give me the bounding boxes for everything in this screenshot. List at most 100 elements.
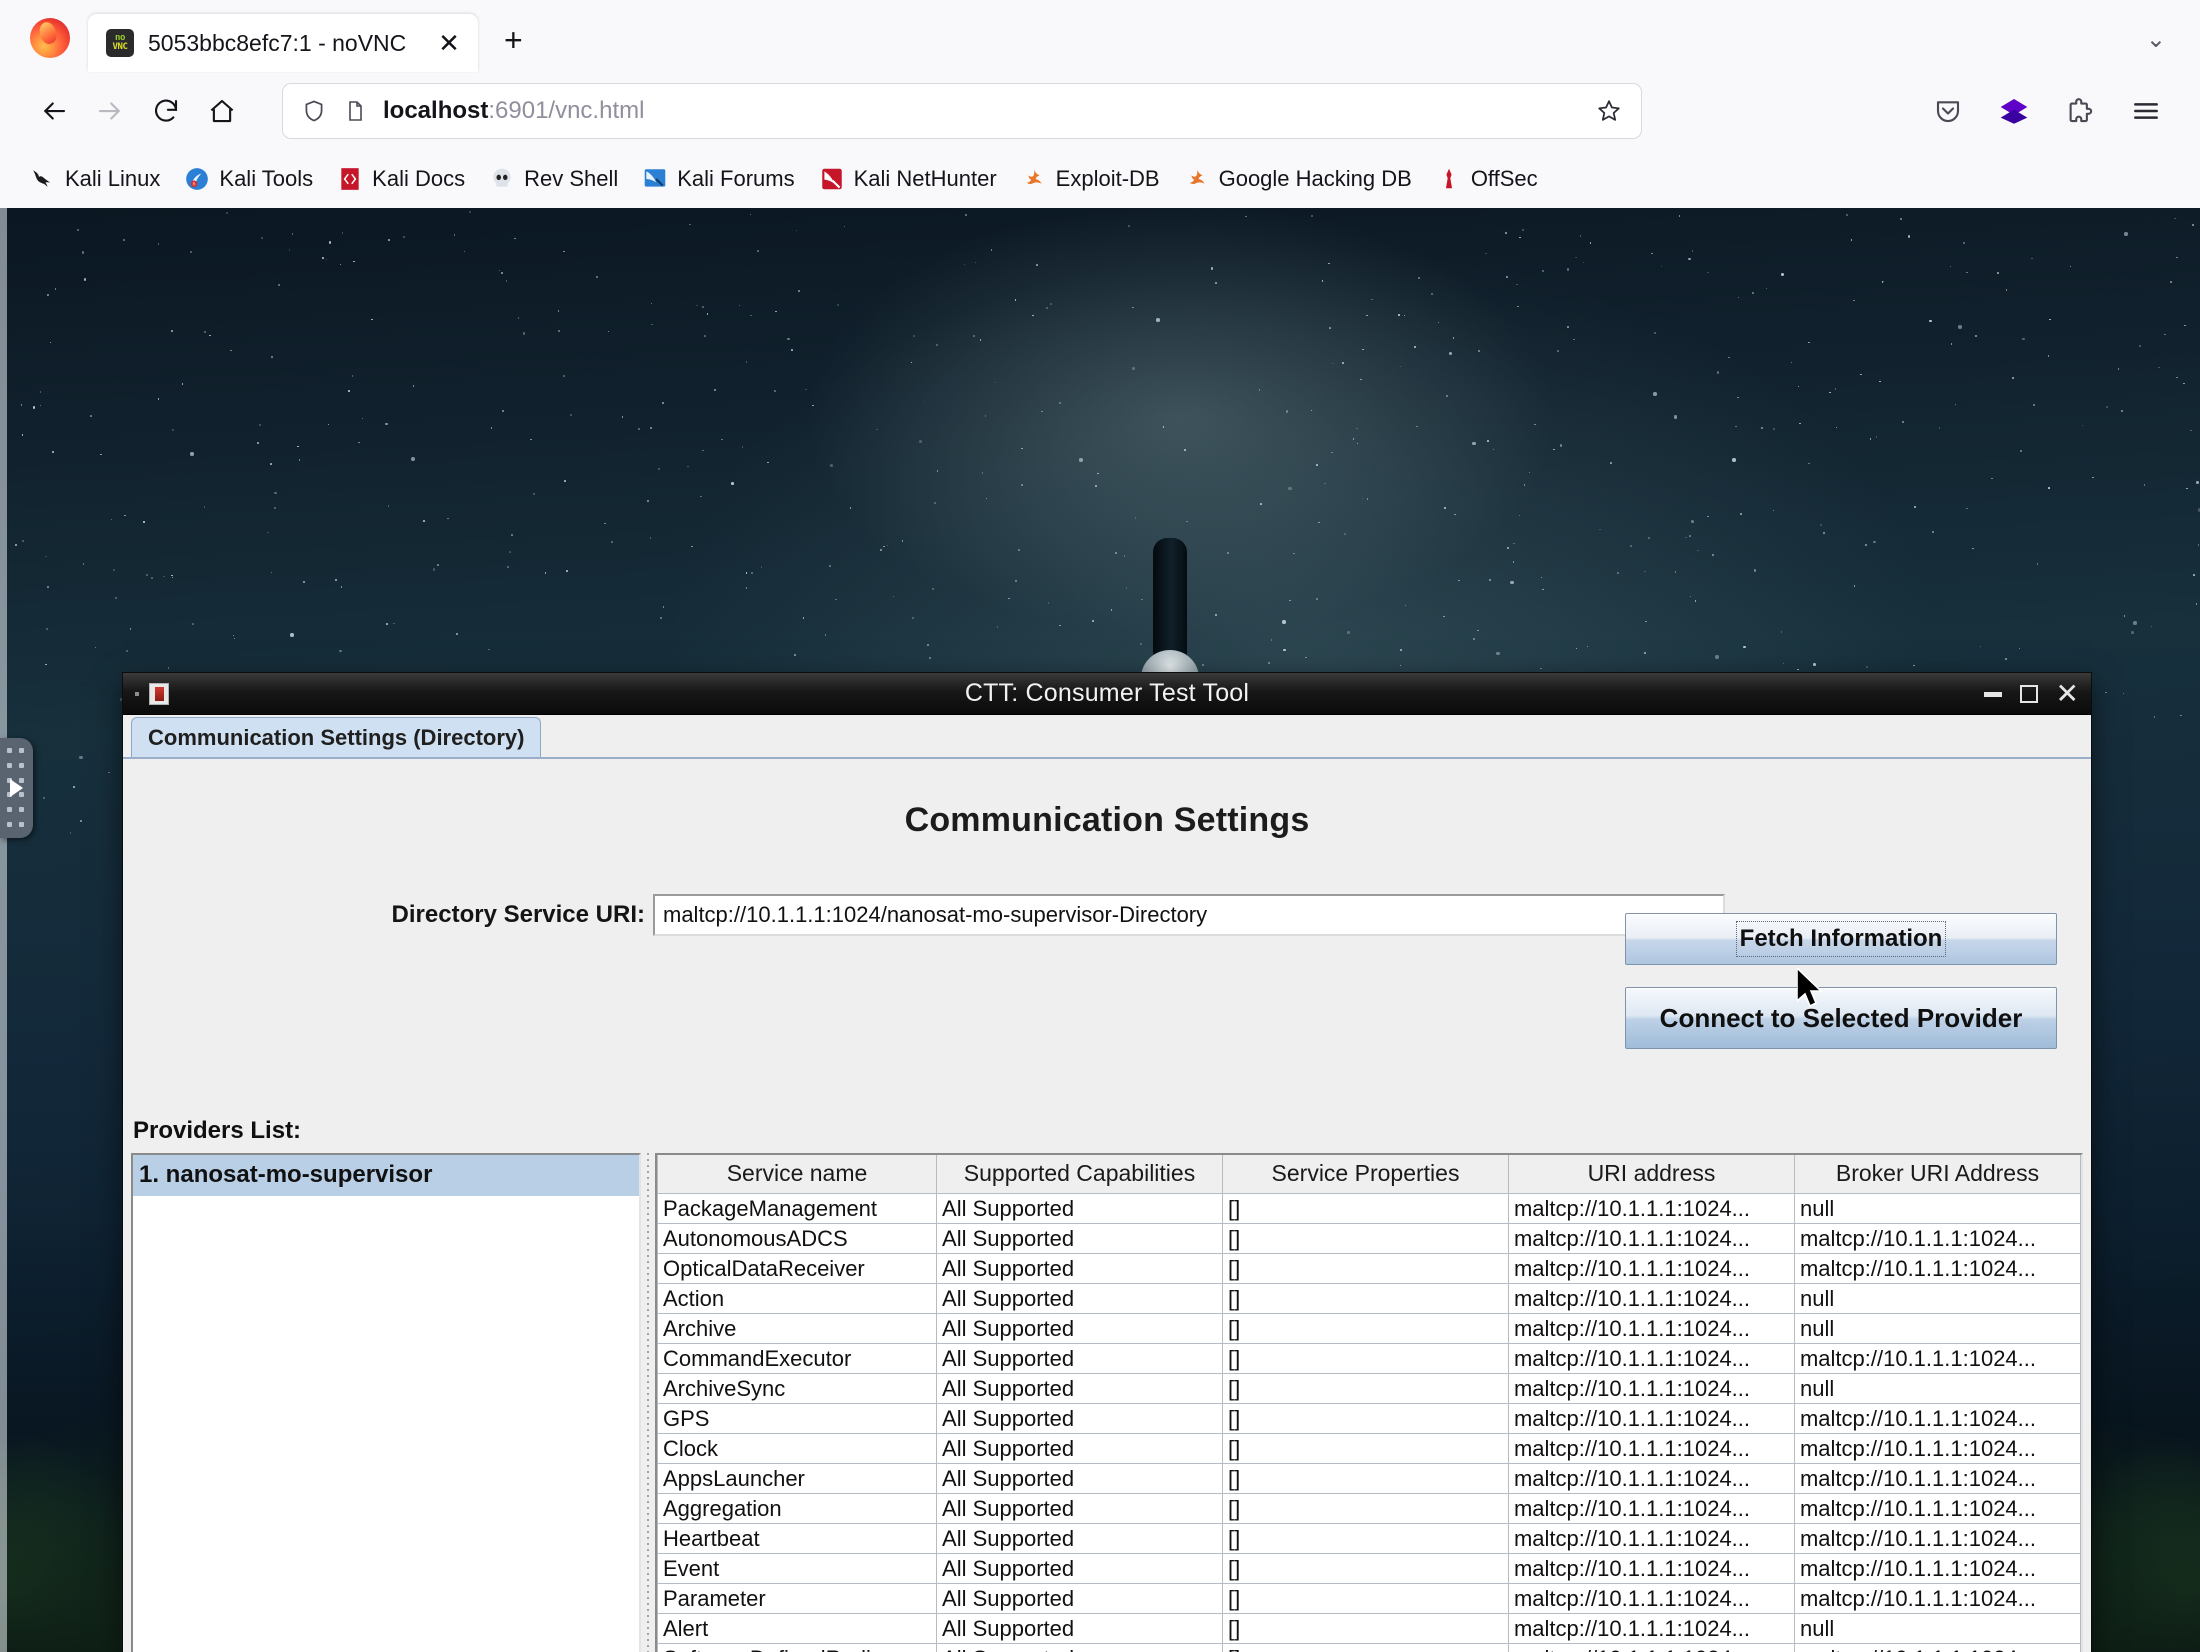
star bbox=[1599, 528, 1601, 531]
reload-icon[interactable] bbox=[138, 83, 194, 139]
table-column-header-2[interactable]: Service Properties bbox=[1222, 1155, 1509, 1194]
star bbox=[81, 251, 85, 254]
container-tabs-icon[interactable] bbox=[1986, 83, 2042, 139]
bookmark-kali-tools[interactable]: n Kali Tools bbox=[172, 161, 325, 197]
table-column-header-1[interactable]: Supported Capabilities bbox=[936, 1155, 1223, 1194]
star bbox=[1751, 292, 1754, 294]
fetch-information-button[interactable]: Fetch Information bbox=[1625, 913, 2057, 965]
firefox-logo-icon bbox=[30, 18, 70, 58]
home-icon[interactable] bbox=[194, 83, 250, 139]
connect-to-selected-provider-button[interactable]: Connect to Selected Provider bbox=[1625, 987, 2057, 1049]
table-row[interactable]: Archive All Supported[] maltcp://10.1.1.1:… bbox=[657, 1312, 2081, 1344]
list-all-tabs-icon[interactable]: ⌄ bbox=[2146, 25, 2166, 54]
pocket-icon[interactable] bbox=[1920, 83, 1976, 139]
new-tab-button[interactable]: + bbox=[504, 24, 523, 56]
browser-tab[interactable]: no VNC 5053bbc8efc7:1 - noVNC ✕ bbox=[88, 14, 478, 72]
star bbox=[1566, 268, 1570, 272]
close-button[interactable]: ✕ bbox=[2056, 679, 2079, 707]
table-row[interactable]: Parameter All Supported[] maltcp://10.1.1.… bbox=[657, 1582, 2081, 1614]
star bbox=[659, 617, 662, 619]
tab-communication-settings[interactable]: Communication Settings (Directory) bbox=[131, 717, 542, 757]
table-row[interactable]: GPS All Supported[] maltcp://10.1.1.1:1024… bbox=[657, 1402, 2081, 1434]
table-row[interactable]: Aggregation All Supported[] maltcp://10.1.… bbox=[657, 1492, 2081, 1524]
bookmark-kali-nethunter[interactable]: Kali NetHunter bbox=[807, 161, 1009, 197]
star bbox=[2131, 631, 2134, 634]
maximize-button[interactable] bbox=[2019, 684, 2038, 703]
table-row[interactable]: AppsLauncher All Supported[] maltcp://10.1… bbox=[657, 1462, 2081, 1494]
table-row[interactable]: PackageManagement All Supported[] maltcp:/… bbox=[657, 1192, 2081, 1224]
split-pane-divider[interactable] bbox=[641, 1153, 655, 1652]
table-row[interactable]: Clock All Supported[] maltcp://10.1.1.1:10… bbox=[657, 1432, 2081, 1464]
table-row[interactable]: AutonomousADCS All Supported[] maltcp://10… bbox=[657, 1222, 2081, 1254]
table-cell-2: [] bbox=[1222, 1432, 1509, 1464]
forward-arrow-icon[interactable] bbox=[82, 83, 138, 139]
star bbox=[1689, 595, 1692, 598]
star bbox=[1517, 305, 1519, 308]
table-column-header-3[interactable]: URI address bbox=[1507, 1155, 1795, 1194]
minimize-button[interactable] bbox=[1983, 692, 2002, 697]
kali-docs-icon bbox=[341, 168, 359, 190]
star bbox=[981, 472, 984, 475]
table-row[interactable]: ArchiveSync All Supported[] maltcp://10.1.… bbox=[657, 1372, 2081, 1404]
bookmark-kali-docs[interactable]: Kali Docs bbox=[325, 161, 477, 197]
table-cell-0: Clock bbox=[657, 1432, 938, 1464]
bookmark-offsec[interactable]: OffSec bbox=[1424, 161, 1550, 197]
extensions-icon[interactable] bbox=[2052, 83, 2108, 139]
table-row[interactable]: Heartbeat All Supported[] maltcp://10.1.1.… bbox=[657, 1522, 2081, 1554]
favicon-bottom-text: VNC bbox=[112, 42, 128, 52]
star bbox=[706, 312, 709, 315]
star bbox=[687, 465, 689, 468]
table-cell-1: All Supported bbox=[936, 1552, 1223, 1584]
star bbox=[1132, 367, 1135, 370]
star bbox=[1728, 356, 1730, 359]
table-cell-0: AppsLauncher bbox=[657, 1462, 938, 1494]
star bbox=[690, 545, 693, 548]
star bbox=[112, 569, 115, 571]
star bbox=[273, 507, 276, 509]
star bbox=[757, 250, 759, 252]
bookmark-kali-linux[interactable]: Kali Linux bbox=[18, 161, 172, 197]
star bbox=[1753, 569, 1757, 572]
star bbox=[741, 446, 744, 448]
app-title-bar[interactable]: CTT: Consumer Test Tool ✕ bbox=[123, 673, 2091, 715]
star bbox=[647, 499, 649, 502]
bookmark-google-hacking-db[interactable]: Google Hacking DB bbox=[1172, 161, 1424, 197]
app-menu-icon[interactable] bbox=[2118, 83, 2174, 139]
star bbox=[1041, 410, 1043, 413]
star bbox=[530, 438, 532, 441]
star bbox=[1715, 655, 1719, 659]
table-row[interactable]: Event All Supported[] maltcp://10.1.1.1:10… bbox=[657, 1552, 2081, 1584]
bookmark-exploit-db[interactable]: Exploit-DB bbox=[1009, 161, 1172, 197]
table-body: PackageManagement All Supported[] maltcp:/… bbox=[657, 1192, 2081, 1652]
table-column-header-0[interactable]: Service name bbox=[657, 1155, 938, 1194]
star bbox=[963, 263, 966, 266]
star bbox=[704, 335, 706, 337]
directory-service-uri-input[interactable] bbox=[653, 894, 1725, 936]
star bbox=[1579, 235, 1582, 237]
novnc-panel-handle[interactable] bbox=[0, 738, 33, 838]
table-cell-4: maltcp://10.1.1.1:1024... bbox=[1793, 1402, 2081, 1434]
star bbox=[21, 540, 24, 543]
close-tab-icon[interactable]: ✕ bbox=[434, 30, 464, 56]
vnc-desktop-canvas[interactable]: CTT: Consumer Test Tool ✕ Communication … bbox=[0, 208, 2200, 1652]
star bbox=[883, 545, 885, 548]
bookmark-rev-shell[interactable]: Rev Shell bbox=[477, 161, 630, 197]
star bbox=[2004, 658, 2007, 660]
provider-list-item[interactable]: 1. nanosat-mo-supervisor bbox=[133, 1155, 639, 1196]
back-arrow-icon[interactable] bbox=[26, 83, 82, 139]
table-row[interactable]: Action All Supported[] maltcp://10.1.1.1:1… bbox=[657, 1282, 2081, 1314]
providers-list-panel[interactable]: 1. nanosat-mo-supervisor bbox=[131, 1153, 641, 1652]
table-row[interactable]: OpticalDataReceiver All Supported[] maltcp… bbox=[657, 1252, 2081, 1284]
table-row[interactable]: SoftwareDefinedRadioAll Supported[]maltc… bbox=[657, 1642, 2081, 1652]
star bbox=[233, 637, 236, 640]
bookmark-kali-forums[interactable]: Kali Forums bbox=[630, 161, 806, 197]
services-table-panel[interactable]: Service name Supported Capabilities Servic… bbox=[655, 1153, 2083, 1652]
table-cell-2: [] bbox=[1222, 1312, 1509, 1344]
star bbox=[934, 502, 936, 504]
table-row[interactable]: Alert All Supported[] maltcp://10.1.1.1:10… bbox=[657, 1612, 2081, 1644]
star bbox=[1162, 426, 1165, 428]
address-bar[interactable]: localhost:6901/vnc.html bbox=[282, 83, 1642, 139]
table-row[interactable]: CommandExecutor All Supported[] maltcp://1… bbox=[657, 1342, 2081, 1374]
star bbox=[689, 223, 692, 226]
table-column-header-4[interactable]: Broker URI Address bbox=[1793, 1155, 2081, 1194]
